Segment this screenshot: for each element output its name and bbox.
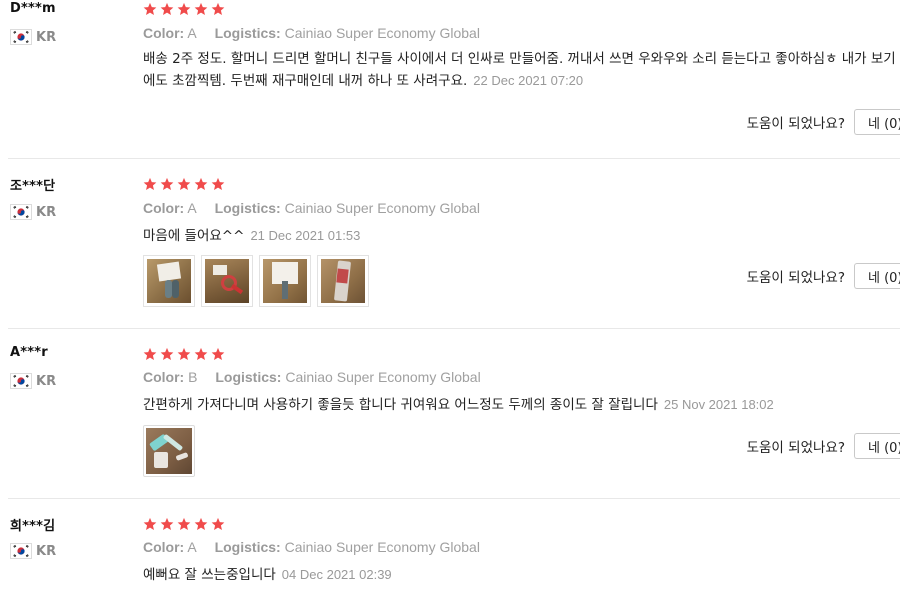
divider [8, 328, 900, 329]
review-photos [143, 425, 195, 477]
logistics-value: Cainiao Super Economy Global [284, 25, 480, 41]
star-rating [143, 2, 225, 18]
color-label: Color: [143, 369, 185, 385]
reviewer-country: KR [10, 28, 56, 46]
helpful-vote: 도움이 되었나요? 네 (0) [747, 109, 900, 135]
star-rating [143, 177, 225, 193]
logistics-label: Logistics: [214, 25, 281, 41]
star-rating [143, 517, 225, 533]
review-content: 배송 2주 정도. 할머니 드리면 할머니 친구들 사이에서 더 인싸로 만들어… [143, 48, 900, 92]
review-photo[interactable] [259, 255, 311, 307]
review-date: 22 Dec 2021 07:20 [473, 73, 584, 88]
star-icon [211, 2, 225, 16]
korea-flag-icon [10, 204, 32, 220]
country-code: KR [36, 29, 57, 45]
helpful-vote: 도움이 되었나요? 네 (0) [747, 263, 900, 289]
review-text: 예뻐요 잘 쓰는중입니다 [143, 567, 276, 583]
star-icon [211, 347, 225, 361]
reviewer-name: A***r [10, 345, 48, 360]
country-code: KR [36, 204, 57, 220]
review-meta: Color: A Logistics: Cainiao Super Econom… [143, 200, 494, 216]
logistics-value: Cainiao Super Economy Global [284, 200, 480, 216]
logistics-value: Cainiao Super Economy Global [284, 539, 480, 555]
reviewer-country: KR [10, 372, 56, 390]
country-code: KR [36, 373, 57, 389]
divider [8, 158, 900, 159]
star-icon [177, 2, 191, 16]
color-value: B [188, 369, 198, 385]
review-meta: Color: B Logistics: Cainiao Super Econom… [143, 369, 495, 385]
color-value: A [187, 25, 197, 41]
country-code: KR [36, 543, 57, 559]
helpful-yes-button[interactable]: 네 (0) [854, 263, 900, 289]
logistics-value: Cainiao Super Economy Global [285, 369, 481, 385]
reviewer-name: D***m [10, 1, 56, 16]
review-meta: Color: A Logistics: Cainiao Super Econom… [143, 25, 494, 41]
review-date: 04 Dec 2021 02:39 [281, 567, 392, 582]
reviewer-country: KR [10, 542, 56, 560]
helpful-yes-button[interactable]: 네 (0) [854, 433, 900, 459]
helpful-yes-button[interactable]: 네 (0) [854, 109, 900, 135]
helpful-label: 도움이 되었나요? [746, 440, 845, 456]
review-meta: Color: A Logistics: Cainiao Super Econom… [143, 539, 494, 555]
logistics-label: Logistics: [215, 369, 282, 385]
review-date: 21 Dec 2021 01:53 [250, 228, 361, 243]
color-value: A [187, 539, 197, 555]
korea-flag-icon [10, 29, 32, 45]
logistics-label: Logistics: [214, 200, 281, 216]
review-photos [143, 255, 369, 307]
star-icon [160, 347, 174, 361]
review-content: 마음에 들어요^^ 21 Dec 2021 01:53 [143, 225, 900, 247]
star-icon [143, 347, 157, 361]
review-photo[interactable] [143, 425, 195, 477]
helpful-vote: 도움이 되었나요? 네 (0) [747, 433, 900, 459]
star-icon [194, 517, 208, 531]
star-icon [143, 517, 157, 531]
review-photo[interactable] [317, 255, 369, 307]
review-date: 25 Nov 2021 18:02 [663, 397, 774, 412]
color-value: A [187, 200, 197, 216]
star-icon [177, 177, 191, 191]
color-label: Color: [143, 539, 185, 555]
logistics-label: Logistics: [214, 539, 281, 555]
star-icon [177, 347, 191, 361]
korea-flag-icon [10, 543, 32, 559]
korea-flag-icon [10, 373, 32, 389]
review-content: 예뻐요 잘 쓰는중입니다 04 Dec 2021 02:39 [143, 564, 900, 586]
divider [8, 498, 900, 499]
review-text: 간편하게 가져다니며 사용하기 좋을듯 합니다 귀여워요 어느정도 두께의 종이… [143, 397, 658, 413]
review-content: 간편하게 가져다니며 사용하기 좋을듯 합니다 귀여워요 어느정도 두께의 종이… [143, 394, 900, 416]
star-icon [160, 517, 174, 531]
star-icon [177, 517, 191, 531]
star-icon [160, 2, 174, 16]
star-icon [160, 177, 174, 191]
star-icon [211, 517, 225, 531]
star-icon [211, 177, 225, 191]
reviewer-name: 희***김 [10, 519, 56, 534]
reviewer-country: KR [10, 203, 56, 221]
star-rating [143, 347, 225, 363]
star-icon [143, 2, 157, 16]
star-icon [194, 177, 208, 191]
review-photo[interactable] [201, 255, 253, 307]
reviewer-name: 조***단 [10, 179, 56, 194]
review-text: 마음에 들어요^^ [143, 228, 245, 244]
star-icon [194, 347, 208, 361]
helpful-label: 도움이 되었나요? [746, 116, 845, 132]
color-label: Color: [143, 25, 185, 41]
star-icon [194, 2, 208, 16]
helpful-label: 도움이 되었나요? [746, 270, 845, 286]
color-label: Color: [143, 200, 185, 216]
star-icon [143, 177, 157, 191]
review-photo[interactable] [143, 255, 195, 307]
